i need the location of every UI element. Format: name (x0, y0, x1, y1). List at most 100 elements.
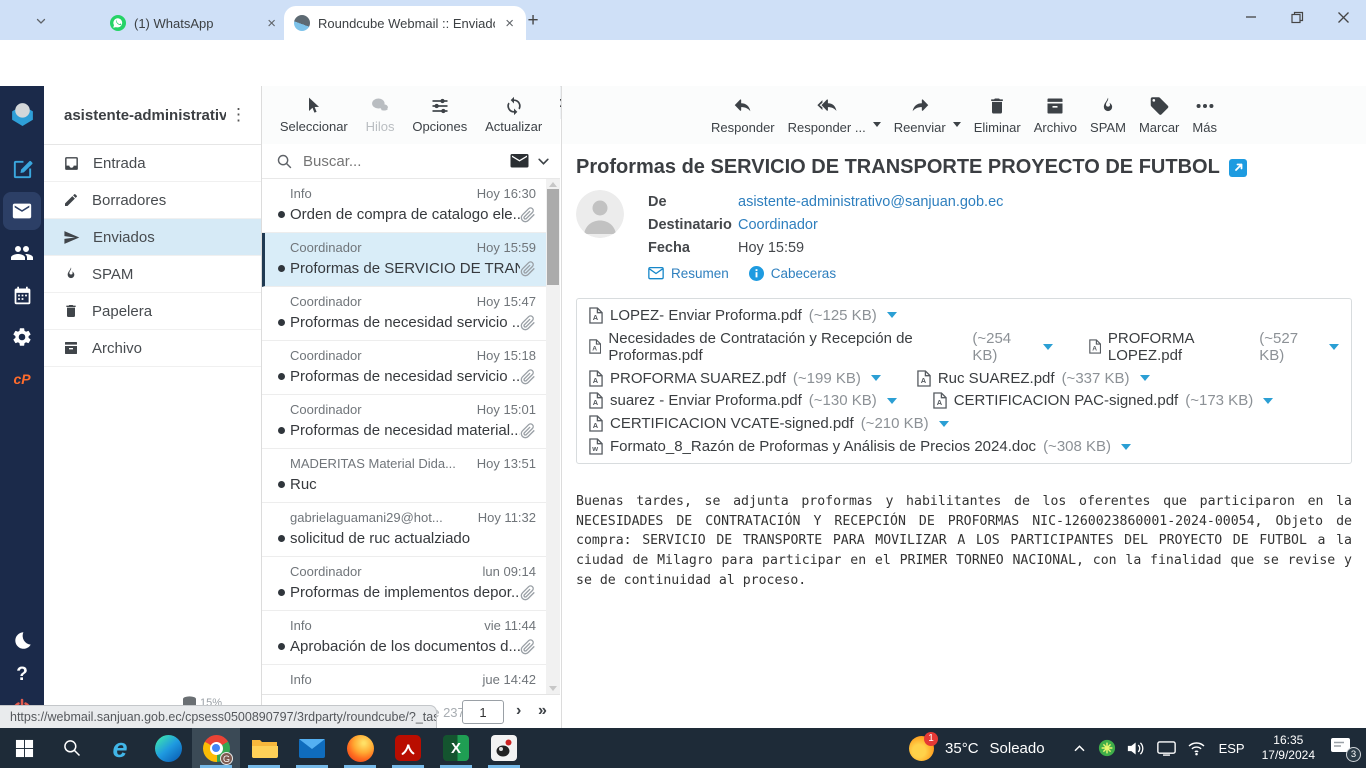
attachment-link[interactable]: A suarez - Enviar Proforma.pdf (~130 KB) (589, 392, 897, 409)
attachment-menu-caret[interactable] (1121, 443, 1132, 450)
attachment-link[interactable]: A LOPEZ- Enviar Proforma.pdf (~125 KB) (589, 307, 897, 324)
scroll-down-icon[interactable] (549, 686, 557, 691)
message-row[interactable]: Info vie 11:44 Aprobación de los document… (262, 611, 546, 665)
cpanel-button[interactable]: cP (0, 358, 44, 400)
more-button[interactable]: Más (1192, 95, 1217, 135)
attachment-link[interactable]: w Formato_8_Razón de Proformas y Análisi… (589, 438, 1132, 455)
attachment-menu-caret[interactable] (886, 312, 897, 319)
next-page-button[interactable]: › (516, 702, 521, 720)
search-input[interactable] (301, 151, 502, 171)
weather-temp[interactable]: 35°C (945, 740, 979, 757)
tray-chevron-up-icon[interactable] (1072, 741, 1087, 756)
reply-all-button[interactable]: Responder ... (788, 95, 866, 135)
forward-options-caret[interactable] (952, 122, 961, 127)
tab-search-button[interactable] (30, 10, 52, 32)
attachment-menu-caret[interactable] (1042, 343, 1053, 350)
reply-button[interactable]: Responder (711, 95, 775, 135)
search-scope-mail-icon[interactable] (510, 153, 529, 169)
sidebar-item-spam[interactable]: SPAM (44, 256, 261, 293)
attachment-menu-caret[interactable] (1263, 397, 1274, 404)
weather-condition[interactable]: Soleado (990, 740, 1045, 757)
taskbar-search-button[interactable] (48, 728, 96, 768)
taskbar-acrobat-button[interactable] (384, 728, 432, 768)
options-button[interactable]: Opciones (412, 96, 467, 134)
sidebar-item-borradores[interactable]: Borradores (44, 182, 261, 219)
scrollbar-thumb[interactable] (547, 189, 559, 285)
settings-button[interactable] (0, 316, 44, 358)
attachment-menu-caret[interactable] (886, 397, 897, 404)
taskbar-explorer-button[interactable] (240, 728, 288, 768)
start-button[interactable] (0, 728, 48, 768)
mark-button[interactable]: Marcar (1139, 95, 1179, 135)
taskbar-firefox-button[interactable] (336, 728, 384, 768)
clock[interactable]: 16:35 17/9/2024 (1262, 733, 1315, 763)
attachment-menu-caret[interactable] (1329, 343, 1339, 350)
new-tab-button[interactable]: + (522, 10, 544, 32)
restore-button[interactable] (1274, 0, 1320, 34)
language-indicator[interactable]: ESP (1219, 741, 1245, 756)
spam-button[interactable]: SPAM (1090, 95, 1126, 135)
delete-button[interactable]: Eliminar (974, 95, 1021, 135)
forward-button[interactable]: Reenviar (894, 95, 946, 135)
from-address-link[interactable]: asistente-administrativo@sanjuan.gob.ec (738, 194, 1003, 210)
wifi-icon[interactable] (1187, 741, 1206, 756)
message-row[interactable]: Coordinador Hoy 15:47 Proformas de necesi… (262, 287, 546, 341)
action-center-button[interactable]: 3 (1330, 737, 1361, 762)
attachment-link[interactable]: A Ruc SUAREZ.pdf (~337 KB) (917, 370, 1150, 387)
open-in-new-window-icon[interactable] (1228, 158, 1247, 177)
cast-display-icon[interactable] (1156, 740, 1176, 756)
to-contact-link[interactable]: Coordinador (738, 217, 818, 233)
attachment-link[interactable]: A PROFORMA LOPEZ.pdf (~527 KB) (1088, 330, 1339, 364)
contacts-button[interactable] (0, 232, 44, 274)
minimize-button[interactable] (1228, 0, 1274, 34)
attachment-menu-caret[interactable] (870, 375, 881, 382)
archive-button[interactable]: Archivo (1034, 95, 1077, 135)
message-row[interactable]: Info Hoy 16:30 Orden de compra de catalog… (262, 179, 546, 233)
refresh-list-button[interactable]: Actualizar (485, 96, 542, 134)
attachment-link[interactable]: A Necesidades de Contratación y Recepció… (589, 330, 1053, 364)
message-row[interactable]: Coordinador lun 09:14 Proformas de implem… (262, 557, 546, 611)
help-button[interactable]: ? (16, 664, 28, 686)
account-menu-icon[interactable]: ⋮ (226, 105, 251, 125)
select-button[interactable]: Seleccionar (280, 96, 348, 134)
taskbar-chrome-button[interactable]: G (192, 728, 240, 768)
page-input[interactable] (462, 700, 504, 724)
sidebar-item-papelera[interactable]: Papelera (44, 293, 261, 330)
taskbar-edge-button[interactable] (144, 728, 192, 768)
search-options-chevron-icon[interactable] (537, 155, 550, 168)
attachment-menu-caret[interactable] (938, 420, 949, 427)
volume-icon[interactable] (1127, 740, 1146, 757)
message-row[interactable]: Coordinador Hoy 15:01 Proformas de necesi… (262, 395, 546, 449)
sidebar-item-entrada[interactable]: Entrada (44, 145, 261, 182)
antivirus-icon[interactable] (1098, 739, 1116, 757)
threads-button[interactable]: Hilos (366, 96, 395, 134)
attachment-menu-caret[interactable] (1139, 375, 1150, 382)
message-row-selected[interactable]: Coordinador Hoy 15:59 Proformas de SERVIC… (262, 233, 546, 287)
weather-button[interactable]: 1 (909, 731, 939, 761)
headers-link[interactable]: Cabeceras (748, 266, 836, 281)
compose-button[interactable] (0, 148, 44, 190)
taskbar-java-app-button[interactable] (480, 728, 528, 768)
close-tab-icon[interactable]: × (265, 15, 278, 32)
taskbar-ie-button[interactable]: e (96, 728, 144, 768)
last-page-button[interactable]: » (538, 702, 547, 720)
attachment-link[interactable]: A CERTIFICACION PAC-signed.pdf (~173 KB) (932, 392, 1274, 409)
message-row[interactable]: Coordinador Hoy 15:18 Proformas de necesi… (262, 341, 546, 395)
mail-nav-button[interactable] (3, 192, 41, 230)
scroll-up-icon[interactable] (549, 182, 557, 187)
attachment-link[interactable]: A CERTIFICACION VCATE-signed.pdf (~210 K… (589, 415, 949, 432)
close-tab-icon[interactable]: × (503, 15, 516, 32)
taskbar-excel-button[interactable]: X (432, 728, 480, 768)
message-row[interactable]: Info jue 14:42 (262, 665, 546, 694)
tab-roundcube[interactable]: Roundcube Webmail :: Enviados × (284, 6, 526, 40)
reply-options-caret[interactable] (872, 122, 881, 127)
message-row[interactable]: MADERITAS Material Dida... Hoy 13:51 Ruc (262, 449, 546, 503)
calendar-button[interactable] (0, 274, 44, 316)
dark-mode-button[interactable] (11, 630, 33, 652)
list-scrollbar[interactable] (546, 179, 560, 694)
taskbar-mail-button[interactable] (288, 728, 336, 768)
sidebar-item-archivo[interactable]: Archivo (44, 330, 261, 367)
sidebar-item-enviados[interactable]: Enviados (44, 219, 261, 256)
message-row[interactable]: gabrielaguamani29@hot... Hoy 11:32 solici… (262, 503, 546, 557)
close-window-button[interactable] (1320, 0, 1366, 34)
